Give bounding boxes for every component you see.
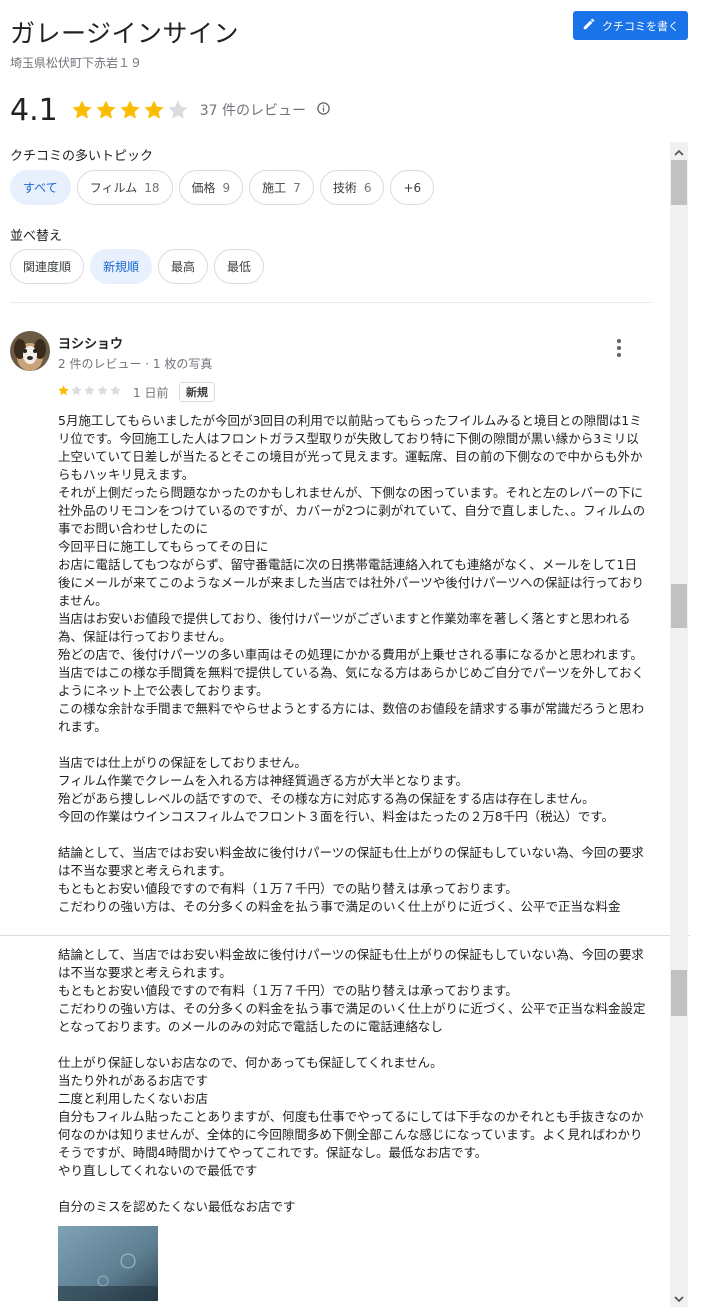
- topic-chip-row: すべて フィルム 18 価格 9 施工 7 技術 6 +6: [10, 170, 435, 205]
- star-filled-icon: [72, 100, 92, 119]
- review-count[interactable]: 37 件のレビュー: [200, 100, 306, 120]
- sort-chip[interactable]: 関連度順: [10, 249, 85, 284]
- pencil-icon: [582, 17, 596, 34]
- sort-chip[interactable]: 最低: [214, 249, 265, 284]
- new-badge: 新規: [179, 382, 215, 402]
- rating-value: 4.1: [10, 92, 58, 128]
- sort-chip[interactable]: 新規順: [90, 249, 153, 284]
- topic-chip[interactable]: +6: [390, 170, 435, 205]
- scrollbar-thumb[interactable]: [671, 160, 687, 205]
- scrollbar-thumb[interactable]: [671, 970, 687, 1016]
- topics-label: クチコミの多いトピック: [10, 149, 154, 164]
- star-filled-icon: [58, 385, 69, 396]
- sort-chip[interactable]: 最高: [158, 249, 209, 284]
- star-empty-icon: [168, 100, 188, 119]
- reviewer-meta: 2 件のレビュー · 1 枚の写真: [58, 357, 213, 371]
- place-address: 埼玉県松伏町下赤岩１９: [10, 56, 143, 70]
- sort-label: 並べ替え: [10, 229, 63, 244]
- place-title: ガレージインサイン: [10, 19, 240, 48]
- review-photo[interactable]: [58, 1226, 158, 1301]
- star-filled-icon: [96, 100, 116, 119]
- topic-chip-label: +6: [403, 180, 422, 195]
- write-review-label: クチコミを書く: [602, 19, 679, 33]
- topic-chip-count: 6: [363, 180, 372, 195]
- review-stars: [57, 384, 122, 397]
- topic-chip[interactable]: フィルム 18: [76, 170, 173, 205]
- more-vert-icon[interactable]: [610, 338, 628, 358]
- topic-chip-label: 価格: [191, 181, 216, 195]
- review-text-part2: 結論として、当店ではお安い料金故に後付けパーツの保証も仕上がりの保証もしていない…: [58, 947, 646, 1214]
- review-text-part1: 5月施工してもらいましたが今回が3回目の利用で以前貼ってもらったフイルムみると境…: [58, 413, 646, 914]
- scrollbar-thumb[interactable]: [671, 584, 687, 628]
- star-filled-icon: [120, 100, 140, 119]
- topic-chip-label: 施工: [262, 181, 287, 195]
- review-date: 1 日前: [133, 386, 169, 400]
- star-empty-icon: [110, 385, 121, 396]
- scrollbar[interactable]: [670, 142, 688, 1307]
- write-review-button[interactable]: クチコミを書く: [573, 11, 688, 40]
- scroll-down-icon[interactable]: [670, 1291, 688, 1307]
- topic-chip-count: 18: [144, 180, 160, 195]
- topic-chip-label: すべて: [23, 181, 58, 195]
- topic-chip-label: 技術: [332, 181, 357, 195]
- reviewer-avatar[interactable]: [10, 331, 50, 371]
- star-empty-icon: [84, 385, 95, 396]
- star-filled-icon: [144, 100, 164, 119]
- topic-chip[interactable]: 施工 7: [249, 170, 314, 205]
- topic-chip-count: 9: [222, 180, 231, 195]
- rating-summary: 4.1 37 件のレビュー: [10, 90, 331, 130]
- divider: [10, 302, 652, 303]
- topic-chip-label: フィルム: [89, 181, 138, 195]
- reviewer-name[interactable]: ヨシショウ: [58, 333, 123, 352]
- topic-chip[interactable]: すべて: [10, 170, 71, 205]
- star-empty-icon: [71, 385, 82, 396]
- topic-chip[interactable]: 価格 9: [178, 170, 244, 205]
- topic-chip[interactable]: 技術 6: [319, 170, 385, 205]
- sort-chip-row: 関連度順 新規順 最高 最低: [10, 249, 265, 284]
- scroll-up-icon[interactable]: [670, 144, 688, 160]
- info-icon[interactable]: [316, 101, 331, 120]
- rating-stars: [70, 98, 190, 122]
- topic-chip-count: 7: [293, 180, 301, 195]
- divider: [0, 935, 690, 936]
- star-empty-icon: [97, 385, 108, 396]
